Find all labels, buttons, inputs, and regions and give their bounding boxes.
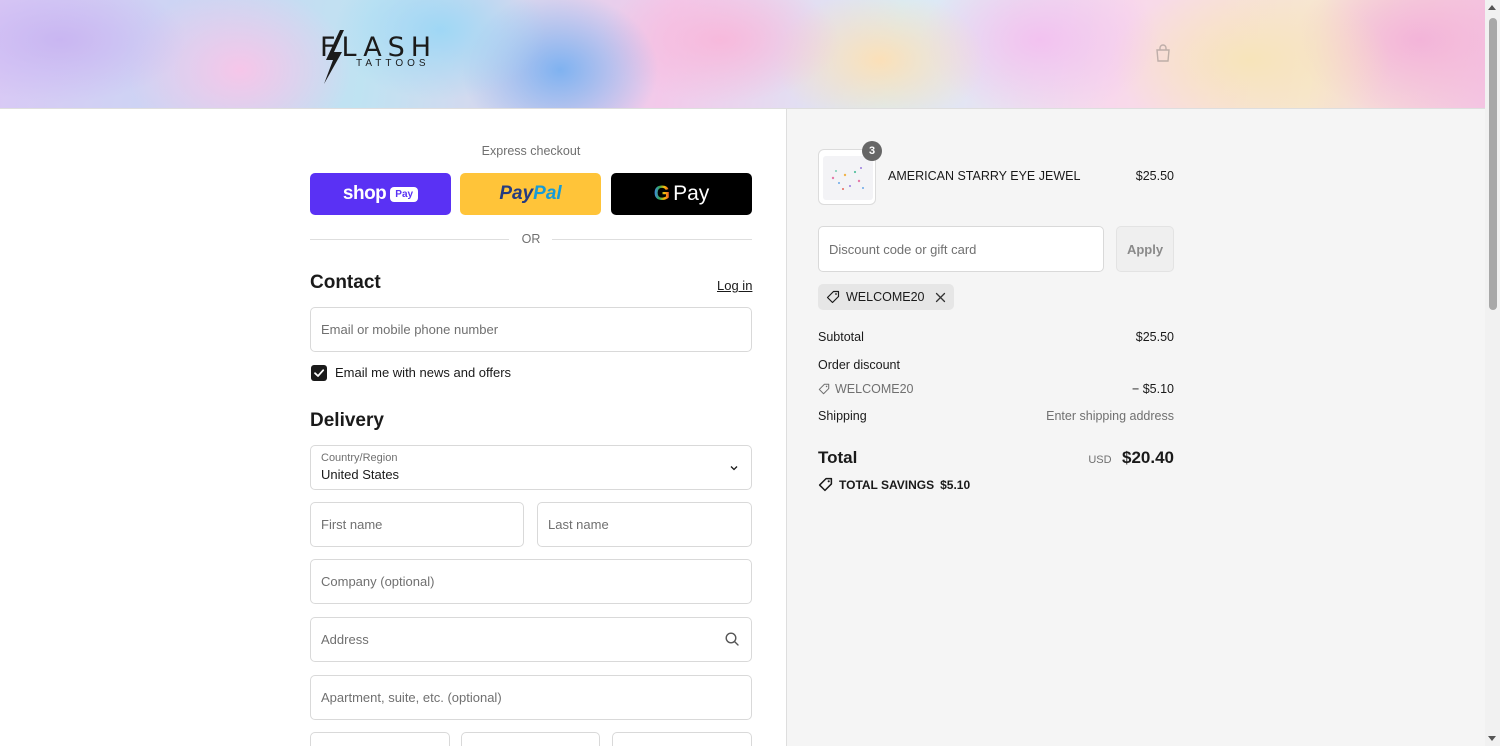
subtotal-value: $25.50 bbox=[1135, 330, 1174, 344]
newsletter-label: Email me with news and offers bbox=[335, 365, 512, 380]
chevron-down-icon bbox=[730, 466, 738, 471]
product-name: AMERICAN STARRY EYE JEWEL bbox=[888, 169, 1081, 183]
shipping-value: Enter shipping address bbox=[1046, 409, 1174, 423]
discount-code-row: WELCOME20 bbox=[818, 382, 914, 396]
first-name-field[interactable] bbox=[310, 502, 524, 547]
close-icon bbox=[935, 292, 945, 302]
paypal-button[interactable]: PayPal bbox=[460, 173, 601, 215]
discount-code-text: WELCOME20 bbox=[835, 382, 914, 396]
brand-sub: TATTOOS bbox=[356, 58, 430, 69]
total-currency: USD bbox=[1088, 454, 1112, 466]
company-field[interactable] bbox=[310, 559, 752, 604]
address-field[interactable] bbox=[310, 617, 752, 662]
city-field[interactable] bbox=[310, 732, 450, 746]
scroll-up-arrow-icon[interactable] bbox=[1488, 5, 1496, 10]
zip-field[interactable] bbox=[612, 732, 752, 746]
login-link[interactable]: Log in bbox=[717, 278, 752, 293]
or-divider-text: OR bbox=[521, 232, 541, 246]
quantity-badge: 3 bbox=[862, 141, 882, 161]
last-name-field[interactable] bbox=[537, 502, 752, 547]
order-discount-label: Order discount bbox=[818, 358, 900, 372]
tag-icon bbox=[818, 383, 830, 395]
country-select[interactable]: Country/Region United States bbox=[310, 445, 752, 490]
checkmark-icon bbox=[314, 369, 325, 377]
scrollbar-thumb[interactable] bbox=[1489, 18, 1497, 310]
google-g-icon: G bbox=[653, 182, 671, 205]
shopping-bag-icon[interactable] bbox=[1154, 44, 1172, 62]
remove-discount-button[interactable] bbox=[935, 292, 946, 303]
shipping-label: Shipping bbox=[818, 409, 867, 423]
paypal-pay-text: Pay bbox=[499, 183, 534, 204]
product-price: $25.50 bbox=[1135, 169, 1174, 183]
discount-value: − $5.10 bbox=[1131, 382, 1174, 396]
state-field[interactable] bbox=[461, 732, 600, 746]
scroll-down-arrow-icon[interactable] bbox=[1488, 736, 1496, 741]
total-savings-label: TOTAL SAVINGS bbox=[839, 477, 935, 492]
google-pay-button[interactable]: G Pay bbox=[611, 173, 752, 215]
contact-title: Contact bbox=[310, 272, 381, 293]
applied-code-text: WELCOME20 bbox=[846, 290, 925, 304]
header-banner: FLASH TATTOOS bbox=[0, 0, 1485, 109]
order-summary-panel bbox=[786, 109, 1485, 746]
company-input[interactable] bbox=[311, 560, 751, 603]
email-field[interactable] bbox=[310, 307, 752, 352]
total-savings-row: TOTAL SAVINGS $5.10 bbox=[818, 477, 970, 492]
paypal-pal-text: Pal bbox=[533, 183, 562, 204]
applied-discount-chip: WELCOME20 bbox=[818, 284, 954, 310]
or-divider-left bbox=[310, 239, 509, 240]
shop-pay-button[interactable]: shop Pay bbox=[310, 173, 451, 215]
address-input[interactable] bbox=[311, 618, 751, 661]
country-label: Country/Region bbox=[321, 452, 398, 464]
email-input[interactable] bbox=[311, 308, 751, 351]
tag-icon bbox=[826, 290, 840, 304]
first-name-input[interactable] bbox=[311, 503, 523, 546]
search-icon bbox=[725, 632, 739, 646]
apartment-input[interactable] bbox=[311, 676, 751, 719]
paypal-label: PayPal bbox=[499, 183, 561, 205]
last-name-input[interactable] bbox=[538, 503, 751, 546]
discount-code-input[interactable] bbox=[819, 227, 1103, 271]
country-value: United States bbox=[321, 467, 400, 482]
discount-code-field[interactable] bbox=[818, 226, 1104, 272]
shop-pay-pill: Pay bbox=[390, 186, 419, 202]
or-divider-right bbox=[552, 239, 752, 240]
newsletter-checkbox[interactable] bbox=[311, 365, 327, 381]
tag-icon bbox=[818, 477, 833, 492]
total-savings-value: $5.10 bbox=[940, 477, 971, 492]
google-pay-text: Pay bbox=[673, 182, 710, 205]
express-checkout-title: Express checkout bbox=[481, 144, 581, 158]
apply-discount-button[interactable]: Apply bbox=[1116, 226, 1174, 272]
total-label: Total bbox=[818, 448, 858, 467]
total-amount: $20.40 bbox=[1122, 448, 1174, 467]
subtotal-label: Subtotal bbox=[818, 330, 864, 344]
shop-pay-label: shop bbox=[342, 183, 387, 204]
total-amount-wrap: USD $20.40 bbox=[1000, 448, 1174, 468]
page-scrollbar[interactable] bbox=[1485, 0, 1500, 746]
delivery-title: Delivery bbox=[310, 410, 384, 431]
google-pay-label: G Pay bbox=[654, 182, 710, 206]
brand-logo[interactable]: FLASH TATTOOS bbox=[318, 30, 458, 84]
apartment-field[interactable] bbox=[310, 675, 752, 720]
